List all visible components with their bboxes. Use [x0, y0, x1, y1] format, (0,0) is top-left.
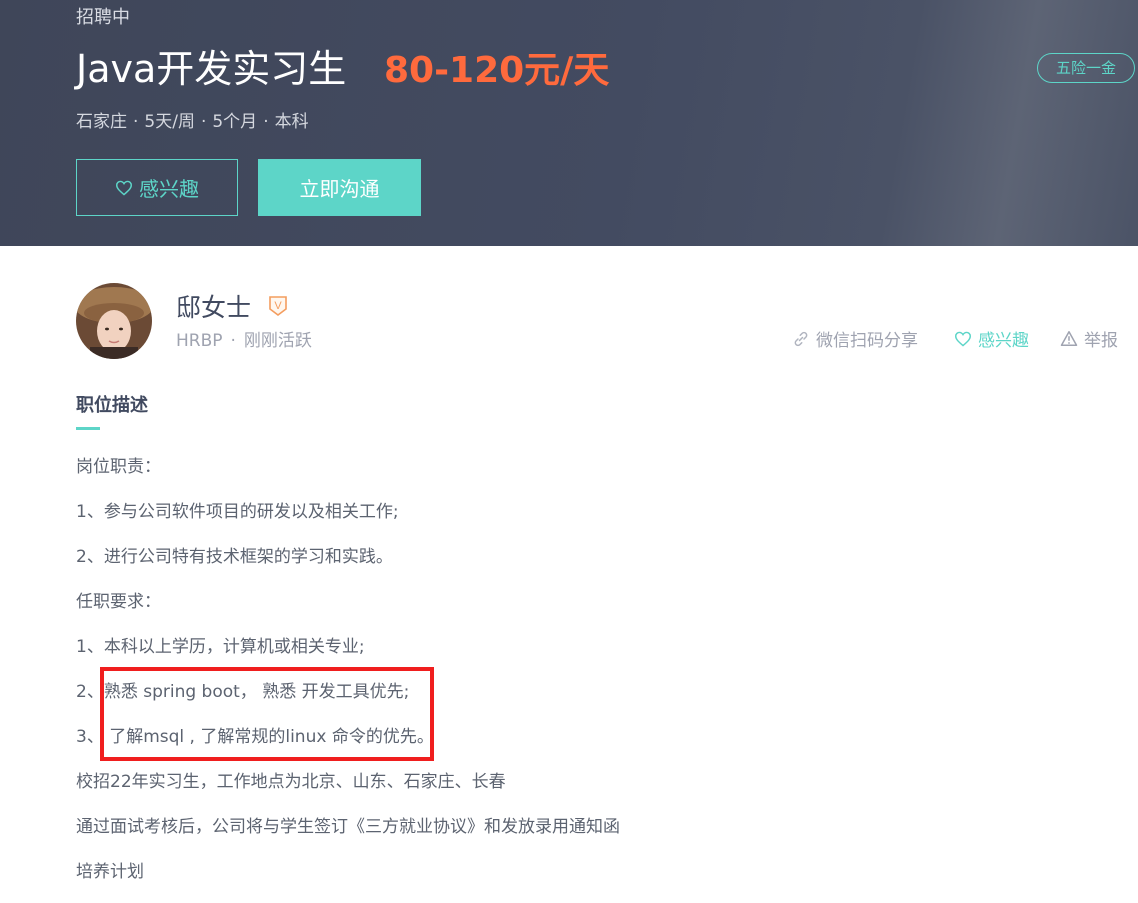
verified-badge-icon: V [269, 296, 287, 316]
heart-icon [115, 180, 133, 196]
description-line: 2、进行公司特有技术框架的学习和实践。 [76, 547, 393, 567]
heart-icon [954, 331, 972, 347]
job-city: 石家庄 [76, 112, 127, 132]
report-action[interactable]: 举报 [1060, 326, 1118, 351]
description-line: 岗位职责： [76, 457, 161, 477]
interest-label: 感兴趣 [978, 331, 1029, 351]
welfare-tag: 五险一金 [1037, 53, 1135, 83]
interest-action[interactable]: 感兴趣 [954, 326, 1029, 351]
job-degree: 本科 [274, 112, 309, 132]
description-line: 1、参与公司软件项目的研发以及相关工作; [76, 502, 399, 522]
description-line: 校招22年实习生，工作地点为北京、山东、石家庄、长春 [76, 772, 506, 792]
section-title-job-description: 职位描述 [76, 395, 148, 416]
job-title: Java开发实习生 [76, 47, 347, 91]
job-meta: 石家庄 · 5天/周 · 5个月 · 本科 [76, 107, 309, 132]
chat-now-button[interactable]: 立即沟通 [258, 159, 421, 216]
share-wechat-action[interactable]: 微信扫码分享 [792, 326, 918, 351]
link-icon [794, 331, 808, 346]
recruiter-role: HRBP [176, 331, 223, 351]
verified-badge-text: V [274, 300, 282, 312]
description-line: 通过面试考核后，公司将与学生签订《三方就业协议》和发放录用通知函 [76, 817, 620, 837]
meta-separator: · [133, 112, 139, 132]
red-highlight-box [100, 667, 434, 761]
job-duration: 5个月 [212, 112, 258, 132]
meta-separator: · [200, 112, 207, 132]
interest-button-label: 感兴趣 [139, 177, 199, 201]
salary: 80-120元/天 [384, 50, 610, 91]
job-header-banner: 招聘中 Java开发实习生 80-120元/天 石家庄 · 5天/周 · 5个月 · 本科 … [0, 0, 1138, 246]
recruiter-meta: HRBP · 刚刚活跃 [176, 326, 312, 351]
interest-button[interactable]: 感兴趣 [76, 159, 238, 216]
job-status: 招聘中 [76, 7, 130, 28]
job-days: 5天/周 [144, 112, 195, 132]
meta-separator: · [263, 112, 269, 132]
report-label: 举报 [1084, 331, 1118, 351]
section-title-underline [76, 427, 100, 430]
recruiter-activity: 刚刚活跃 [243, 331, 312, 351]
recruiter-name: 邸女士 [176, 293, 252, 322]
share-label: 微信扫码分享 [816, 331, 918, 351]
description-line: 培养计划 [76, 862, 144, 882]
description-line: 任职要求： [76, 592, 161, 612]
recruiter-avatar[interactable] [76, 283, 152, 359]
warning-icon [1060, 331, 1078, 346]
avatar-image [76, 283, 152, 359]
recruiter-separator: · [230, 331, 236, 351]
